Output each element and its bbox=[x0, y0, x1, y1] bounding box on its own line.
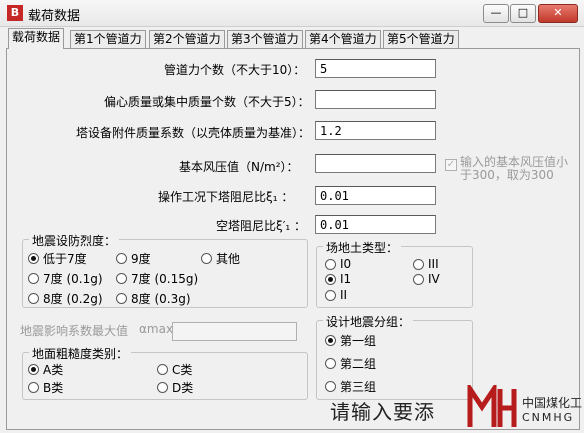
logo-english-text: CNMHG bbox=[522, 411, 575, 424]
seismic-group-option-1[interactable]: 第一组 bbox=[325, 332, 376, 349]
tab-load-data[interactable]: 载荷数据 bbox=[8, 28, 65, 49]
site-soil-title: 场地土类型： bbox=[323, 239, 402, 256]
logo-chinese-text: 中国煤化工 bbox=[522, 396, 583, 410]
roughness-option-c[interactable]: C类 bbox=[157, 361, 192, 378]
radio-label: 9度 bbox=[131, 252, 151, 266]
cnmhg-logo-icon bbox=[467, 385, 517, 427]
pipe-force-count-input[interactable]: 5 bbox=[315, 59, 436, 78]
radio-label: 7度 (0.1g) bbox=[43, 272, 103, 286]
damping-operating-input[interactable]: 0.01 bbox=[315, 186, 436, 205]
radio-dot bbox=[28, 253, 39, 264]
tab-pipe-force-2[interactable]: 第2个管道力 bbox=[149, 30, 225, 48]
radio-label: IV bbox=[428, 272, 440, 286]
window-title: 载荷数据 bbox=[28, 9, 81, 24]
seismic-intensity-title: 地震设防烈度： bbox=[29, 232, 120, 249]
attachment-mass-coef-input[interactable]: 1.2 bbox=[315, 121, 436, 140]
radio-dot bbox=[28, 364, 39, 375]
close-button[interactable]: ✕ bbox=[538, 4, 578, 23]
radio-dot bbox=[413, 258, 424, 270]
tab-pipe-force-4[interactable]: 第4个管道力 bbox=[305, 30, 381, 48]
radio-dot bbox=[157, 382, 168, 393]
radio-label: 7度 (0.15g) bbox=[131, 272, 199, 286]
basic-wind-pressure-label: 基本风压值（N/m²）： bbox=[179, 160, 299, 174]
radio-dot bbox=[116, 273, 127, 284]
radio-dot bbox=[28, 382, 39, 393]
radio-dot bbox=[116, 293, 127, 304]
seismic-coef-max-label: 地震影响系数最大值 bbox=[20, 324, 129, 338]
seismic-group-option-2[interactable]: 第二组 bbox=[325, 355, 376, 372]
radio-dot bbox=[325, 381, 336, 392]
tab-pipe-force-1[interactable]: 第1个管道力 bbox=[70, 30, 146, 48]
wind-note-line2: 于300，取为300 bbox=[460, 168, 554, 182]
radio-label: 低于7度 bbox=[43, 252, 87, 266]
radio-dot bbox=[116, 253, 127, 264]
pipe-force-count-label: 管道力个数（不大于10）： bbox=[164, 63, 306, 77]
soil-option-iii[interactable]: III bbox=[413, 257, 439, 271]
radio-label: I1 bbox=[340, 272, 352, 286]
seismic-option-8-02g[interactable]: 8度 (0.2g) bbox=[28, 290, 103, 307]
radio-dot bbox=[201, 253, 212, 264]
radio-dot bbox=[325, 258, 336, 270]
eccentric-mass-count-label: 偏心质量或集中质量个数（不大于5）： bbox=[104, 95, 310, 109]
radio-dot bbox=[325, 273, 336, 285]
radio-dot bbox=[325, 335, 336, 346]
radio-dot bbox=[413, 273, 424, 285]
seismic-option-7-015g[interactable]: 7度 (0.15g) bbox=[116, 270, 198, 287]
radio-dot bbox=[325, 358, 336, 369]
ground-roughness-title: 地面粗糙度类别： bbox=[29, 345, 132, 362]
tab-pipe-force-3[interactable]: 第3个管道力 bbox=[227, 30, 303, 48]
title-bar: B 载荷数据 — □ ✕ bbox=[0, 0, 584, 27]
radio-label: D类 bbox=[172, 381, 194, 395]
radio-label: C类 bbox=[172, 363, 193, 377]
radio-label: 8度 (0.3g) bbox=[131, 292, 191, 306]
soil-option-ii[interactable]: II bbox=[325, 288, 347, 302]
radio-label: 第三组 bbox=[340, 380, 377, 394]
damping-empty-label: 空塔阻尼比ξ′₁ ： bbox=[216, 219, 307, 233]
radio-label: 第一组 bbox=[340, 334, 377, 348]
soil-option-i1[interactable]: I1 bbox=[325, 272, 351, 286]
radio-label: 第二组 bbox=[340, 357, 377, 371]
radio-dot bbox=[325, 289, 336, 301]
prompt-overlay-text: 请输入要添 bbox=[330, 400, 435, 424]
radio-label: I0 bbox=[340, 257, 352, 271]
minimize-button[interactable]: — bbox=[483, 4, 509, 23]
radio-label: A类 bbox=[43, 363, 64, 377]
roughness-option-d[interactable]: D类 bbox=[157, 379, 193, 396]
roughness-option-b[interactable]: B类 bbox=[28, 379, 63, 396]
damping-empty-input[interactable]: 0.01 bbox=[315, 215, 436, 234]
radio-label: 其他 bbox=[216, 252, 241, 266]
seismic-coef-max-input[interactable] bbox=[172, 322, 297, 341]
seismic-option-7-01g[interactable]: 7度 (0.1g) bbox=[28, 270, 103, 287]
basic-wind-pressure-input[interactable] bbox=[315, 154, 436, 173]
roughness-option-a[interactable]: A类 bbox=[28, 361, 63, 378]
seismic-option-9[interactable]: 9度 bbox=[116, 250, 151, 267]
min-wind-pressure-checkbox[interactable]: ✓ bbox=[445, 159, 457, 171]
app-icon: B bbox=[7, 5, 23, 21]
radio-dot bbox=[28, 273, 39, 284]
radio-label: II bbox=[340, 288, 348, 302]
radio-label: III bbox=[428, 257, 439, 271]
seismic-option-8-03g[interactable]: 8度 (0.3g) bbox=[116, 290, 191, 307]
soil-option-iv[interactable]: IV bbox=[413, 272, 440, 286]
seismic-option-below-7[interactable]: 低于7度 bbox=[28, 250, 87, 267]
soil-option-i0[interactable]: I0 bbox=[325, 257, 351, 271]
radio-dot bbox=[28, 293, 39, 304]
eccentric-mass-count-input[interactable] bbox=[315, 90, 436, 109]
radio-dot bbox=[157, 364, 168, 375]
tab-pipe-force-5[interactable]: 第5个管道力 bbox=[383, 30, 459, 48]
seismic-option-other[interactable]: 其他 bbox=[201, 250, 240, 267]
damping-operating-label: 操作工况下塔阻尼比ξ₁ ： bbox=[158, 190, 294, 204]
seismic-group-option-3[interactable]: 第三组 bbox=[325, 378, 376, 395]
attachment-mass-coef-label: 塔设备附件质量系数（以壳体质量为基准）： bbox=[76, 126, 311, 140]
radio-label: 8度 (0.2g) bbox=[43, 292, 103, 306]
radio-label: B类 bbox=[43, 381, 64, 395]
maximize-button[interactable]: □ bbox=[510, 4, 536, 23]
seismic-group-title: 设计地震分组： bbox=[323, 313, 414, 330]
